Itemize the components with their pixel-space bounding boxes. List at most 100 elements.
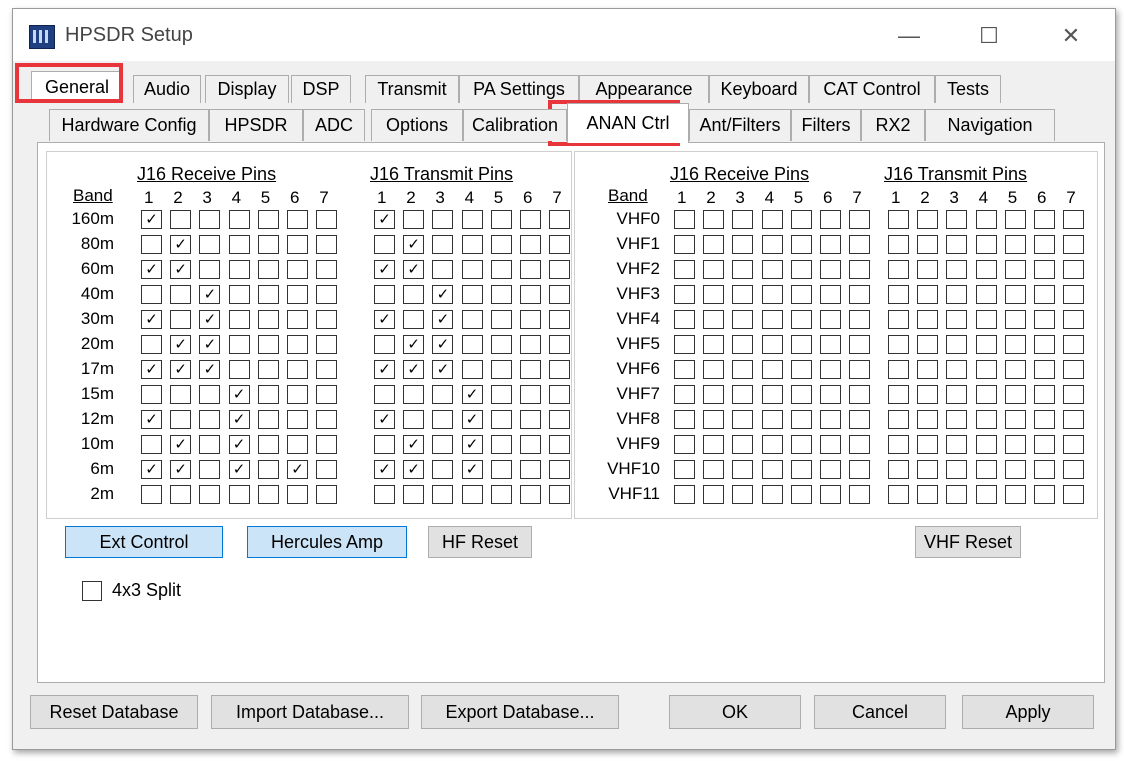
tab-navigation[interactable]: Navigation [925, 109, 1055, 141]
tab-hpsdr[interactable]: HPSDR [209, 109, 303, 141]
receive-pin-checkbox[interactable]: ✓ [170, 260, 192, 279]
receive-pin-checkbox[interactable]: ✓ [141, 260, 162, 279]
receive-pin-checkbox[interactable] [849, 385, 871, 404]
transmit-pin-checkbox[interactable] [549, 335, 571, 354]
transmit-pin-checkbox[interactable] [888, 485, 909, 504]
receive-pin-checkbox[interactable] [732, 235, 754, 254]
receive-pin-checkbox[interactable] [674, 335, 695, 354]
receive-pin-checkbox[interactable] [228, 485, 250, 504]
transmit-pin-checkbox[interactable] [1063, 310, 1085, 329]
receive-pin-checkbox[interactable] [316, 385, 338, 404]
receive-pin-checkbox[interactable] [790, 460, 812, 479]
transmit-pin-checkbox[interactable] [461, 210, 483, 229]
transmit-pin-checkbox[interactable] [1063, 210, 1085, 229]
transmit-pin-checkbox[interactable] [490, 360, 512, 379]
receive-pin-checkbox[interactable] [820, 260, 841, 279]
transmit-pin-checkbox[interactable]: ✓ [461, 385, 483, 404]
transmit-pin-checkbox[interactable]: ✓ [374, 260, 395, 279]
receive-pin-checkbox[interactable] [257, 310, 279, 329]
receive-pin-checkbox[interactable] [674, 410, 695, 429]
transmit-pin-checkbox[interactable] [1034, 285, 1055, 304]
receive-pin-checkbox[interactable] [170, 210, 192, 229]
transmit-pin-checkbox[interactable] [461, 360, 483, 379]
receive-pin-checkbox[interactable] [761, 360, 783, 379]
transmit-pin-checkbox[interactable] [432, 410, 454, 429]
receive-pin-checkbox[interactable] [228, 235, 250, 254]
transmit-pin-checkbox[interactable] [917, 285, 939, 304]
transmit-pin-checkbox[interactable] [946, 235, 968, 254]
receive-pin-checkbox[interactable] [790, 360, 812, 379]
transmit-pin-checkbox[interactable] [1063, 235, 1085, 254]
receive-pin-checkbox[interactable] [141, 335, 162, 354]
transmit-pin-checkbox[interactable] [490, 410, 512, 429]
transmit-pin-checkbox[interactable] [888, 310, 909, 329]
transmit-pin-checkbox[interactable] [490, 335, 512, 354]
transmit-pin-checkbox[interactable] [432, 235, 454, 254]
tab-general[interactable]: General [31, 71, 123, 103]
transmit-pin-checkbox[interactable]: ✓ [461, 460, 483, 479]
transmit-pin-checkbox[interactable] [975, 460, 997, 479]
tab-tests[interactable]: Tests [935, 75, 1001, 103]
transmit-pin-checkbox[interactable] [490, 460, 512, 479]
transmit-pin-checkbox[interactable] [1034, 385, 1055, 404]
transmit-pin-checkbox[interactable] [946, 335, 968, 354]
transmit-pin-checkbox[interactable] [549, 410, 571, 429]
transmit-pin-checkbox[interactable] [490, 310, 512, 329]
ok-button[interactable]: OK [669, 695, 801, 729]
receive-pin-checkbox[interactable]: ✓ [141, 310, 162, 329]
tab-anan-ctrl[interactable]: ANAN Ctrl [567, 103, 689, 143]
receive-pin-checkbox[interactable] [761, 260, 783, 279]
receive-pin-checkbox[interactable] [141, 485, 162, 504]
receive-pin-checkbox[interactable] [141, 285, 162, 304]
transmit-pin-checkbox[interactable] [917, 310, 939, 329]
receive-pin-checkbox[interactable]: ✓ [141, 210, 162, 229]
transmit-pin-checkbox[interactable] [549, 235, 571, 254]
transmit-pin-checkbox[interactable] [946, 460, 968, 479]
transmit-pin-checkbox[interactable] [975, 385, 997, 404]
transmit-pin-checkbox[interactable] [917, 435, 939, 454]
receive-pin-checkbox[interactable] [849, 235, 871, 254]
receive-pin-checkbox[interactable] [199, 385, 221, 404]
transmit-pin-checkbox[interactable] [1063, 460, 1085, 479]
tab-keyboard[interactable]: Keyboard [709, 75, 809, 103]
receive-pin-checkbox[interactable] [674, 210, 695, 229]
transmit-pin-checkbox[interactable] [888, 360, 909, 379]
receive-pin-checkbox[interactable] [703, 335, 725, 354]
receive-pin-checkbox[interactable] [703, 385, 725, 404]
transmit-pin-checkbox[interactable] [1034, 335, 1055, 354]
receive-pin-checkbox[interactable] [790, 210, 812, 229]
receive-pin-checkbox[interactable] [849, 310, 871, 329]
transmit-pin-checkbox[interactable] [490, 385, 512, 404]
transmit-pin-checkbox[interactable]: ✓ [432, 310, 454, 329]
transmit-pin-checkbox[interactable] [975, 235, 997, 254]
receive-pin-checkbox[interactable] [820, 285, 841, 304]
receive-pin-checkbox[interactable] [287, 485, 308, 504]
transmit-pin-checkbox[interactable] [549, 485, 571, 504]
receive-pin-checkbox[interactable]: ✓ [141, 460, 162, 479]
transmit-pin-checkbox[interactable] [549, 460, 571, 479]
receive-pin-checkbox[interactable] [199, 210, 221, 229]
transmit-pin-checkbox[interactable] [549, 310, 571, 329]
transmit-pin-checkbox[interactable] [1034, 310, 1055, 329]
transmit-pin-checkbox[interactable] [403, 285, 425, 304]
receive-pin-checkbox[interactable] [228, 285, 250, 304]
receive-pin-checkbox[interactable]: ✓ [228, 435, 250, 454]
transmit-pin-checkbox[interactable] [549, 385, 571, 404]
transmit-pin-checkbox[interactable] [1034, 235, 1055, 254]
transmit-pin-checkbox[interactable] [374, 235, 395, 254]
export-database-button[interactable]: Export Database... [421, 695, 619, 729]
receive-pin-checkbox[interactable] [674, 235, 695, 254]
transmit-pin-checkbox[interactable] [1004, 360, 1026, 379]
transmit-pin-checkbox[interactable] [1004, 285, 1026, 304]
receive-pin-checkbox[interactable] [820, 235, 841, 254]
hf-reset-button[interactable]: HF Reset [428, 526, 532, 558]
receive-pin-checkbox[interactable] [820, 460, 841, 479]
receive-pin-checkbox[interactable] [703, 360, 725, 379]
transmit-pin-checkbox[interactable] [490, 485, 512, 504]
receive-pin-checkbox[interactable] [790, 410, 812, 429]
transmit-pin-checkbox[interactable] [1034, 360, 1055, 379]
receive-pin-checkbox[interactable]: ✓ [141, 410, 162, 429]
receive-pin-checkbox[interactable]: ✓ [199, 335, 221, 354]
transmit-pin-checkbox[interactable] [403, 485, 425, 504]
apply-button[interactable]: Apply [962, 695, 1094, 729]
